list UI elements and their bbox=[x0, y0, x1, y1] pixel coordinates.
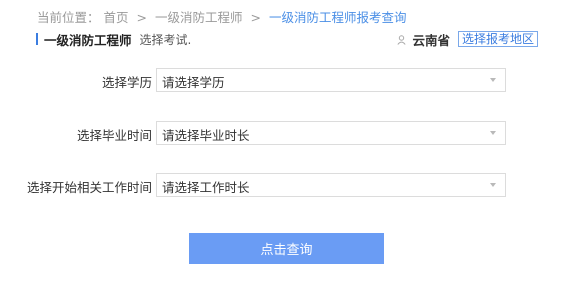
education-row: 选择学历 请选择学历 bbox=[0, 68, 568, 92]
region-selector: 云南省 选择报考地区 bbox=[397, 31, 538, 48]
user-location-icon bbox=[397, 34, 407, 45]
work-start-select[interactable]: 请选择工作时长 bbox=[156, 173, 506, 197]
chevron-down-icon bbox=[490, 183, 496, 187]
breadcrumb-category-link[interactable]: 一级消防工程师 bbox=[155, 10, 243, 25]
chevron-down-icon bbox=[490, 78, 496, 82]
graduation-select[interactable]: 请选择毕业时长 bbox=[156, 121, 506, 145]
graduation-label: 选择毕业时间 bbox=[76, 128, 152, 143]
exam-title: 一级消防工程师 bbox=[44, 32, 132, 48]
graduation-select-value: 请选择毕业时长 bbox=[162, 128, 250, 143]
work-start-label: 选择开始相关工作时间 bbox=[26, 180, 152, 195]
education-label: 选择学历 bbox=[101, 75, 152, 90]
work-start-select-value: 请选择工作时长 bbox=[162, 180, 250, 195]
graduation-row: 选择毕业时间 请选择毕业时长 bbox=[0, 121, 568, 145]
breadcrumb-separator: > bbox=[136, 10, 147, 25]
breadcrumb-current: 一级消防工程师报考查询 bbox=[268, 10, 407, 25]
query-button[interactable]: 点击查询 bbox=[189, 233, 384, 264]
breadcrumb-prefix: 当前位置： bbox=[37, 10, 100, 25]
breadcrumb-home-link[interactable]: 首页 bbox=[104, 10, 129, 25]
section-marker bbox=[36, 33, 38, 45]
section-header: 一级消防工程师 选择考试. bbox=[36, 31, 192, 48]
education-select[interactable]: 请选择学历 bbox=[156, 68, 506, 92]
breadcrumb-separator: > bbox=[250, 10, 261, 25]
work-start-row: 选择开始相关工作时间 请选择工作时长 bbox=[0, 173, 568, 197]
exam-select-hint[interactable]: 选择考试. bbox=[140, 31, 192, 48]
education-select-value: 请选择学历 bbox=[162, 75, 225, 90]
change-region-button[interactable]: 选择报考地区 bbox=[457, 31, 538, 47]
breadcrumb: 当前位置： 首页 > 一级消防工程师 > 一级消防工程师报考查询 bbox=[37, 7, 406, 26]
province-label: 云南省 bbox=[412, 32, 450, 48]
chevron-down-icon bbox=[490, 131, 496, 135]
